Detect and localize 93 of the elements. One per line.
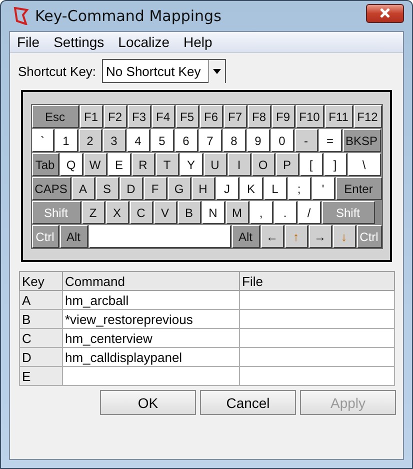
key[interactable]: F10 (296, 105, 324, 128)
table-cell: *view_restoreprevious (62, 310, 240, 328)
key[interactable]: \ (348, 153, 380, 176)
key[interactable]: ' (312, 177, 334, 200)
key[interactable]: J (216, 177, 238, 200)
key[interactable]: 2 (78, 129, 102, 152)
key[interactable]: Enter (336, 177, 382, 200)
key[interactable]: C (130, 201, 152, 224)
key[interactable]: 8 (222, 129, 246, 152)
key[interactable]: F6 (200, 105, 222, 128)
key[interactable]: ; (288, 177, 310, 200)
row-header: D (20, 348, 62, 366)
column-header: File (240, 272, 394, 290)
menu-item[interactable]: Help (184, 34, 212, 50)
menu-item[interactable]: Settings (54, 34, 104, 50)
key[interactable]: ← (260, 225, 284, 248)
key[interactable]: P (276, 153, 298, 176)
key[interactable]: Q (60, 153, 82, 176)
row-header: A (20, 290, 62, 310)
key[interactable]: U (204, 153, 226, 176)
key[interactable]: Esc (32, 105, 78, 128)
key[interactable]: S (96, 177, 118, 200)
row-header: E (20, 366, 62, 386)
key[interactable]: = (318, 129, 342, 152)
column-header: Command (62, 272, 240, 290)
key[interactable]: . (274, 201, 296, 224)
key[interactable]: G (168, 177, 190, 200)
close-button[interactable] (366, 4, 404, 22)
space-key[interactable] (88, 225, 230, 248)
key[interactable]: 5 (150, 129, 174, 152)
key[interactable]: 4 (126, 129, 150, 152)
key[interactable]: / (298, 201, 320, 224)
key[interactable]: [ (300, 153, 322, 176)
key[interactable]: W (84, 153, 106, 176)
key[interactable]: X (106, 201, 128, 224)
key[interactable]: , (250, 201, 272, 224)
key[interactable]: F12 (354, 105, 382, 128)
key[interactable]: Tab (32, 153, 58, 176)
key[interactable]: - (294, 129, 318, 152)
key[interactable]: B (178, 201, 200, 224)
key[interactable]: Z (82, 201, 104, 224)
key[interactable]: H (192, 177, 214, 200)
key[interactable]: 1 (54, 129, 78, 152)
key[interactable]: → (308, 225, 332, 248)
key[interactable]: F (144, 177, 166, 200)
key[interactable]: M (226, 201, 248, 224)
key[interactable]: F4 (152, 105, 174, 128)
key[interactable]: 6 (174, 129, 198, 152)
key[interactable]: F2 (104, 105, 126, 128)
key[interactable]: F1 (80, 105, 102, 128)
row-header: B (20, 310, 62, 328)
menu-item[interactable]: File (17, 34, 40, 50)
key[interactable]: I (228, 153, 250, 176)
key[interactable]: T (156, 153, 178, 176)
key[interactable]: D (120, 177, 142, 200)
key[interactable]: K (240, 177, 262, 200)
key[interactable]: Alt (232, 225, 260, 248)
close-icon (379, 8, 391, 18)
key[interactable]: F9 (272, 105, 294, 128)
key[interactable]: F7 (224, 105, 246, 128)
key[interactable]: V (154, 201, 176, 224)
key[interactable]: 9 (246, 129, 270, 152)
shortcut-label: Shortcut Key: (18, 64, 96, 78)
key[interactable]: ` (32, 129, 54, 152)
menu-item[interactable]: Localize (118, 34, 170, 50)
shortcut-dropdown[interactable]: No Shortcut Key (102, 59, 226, 83)
column-header: Key (20, 272, 62, 290)
table-cell: hm_centerview (62, 328, 240, 348)
key[interactable]: Alt (60, 225, 88, 248)
key[interactable]: A (72, 177, 94, 200)
app-icon (13, 7, 29, 25)
key[interactable]: F8 (248, 105, 270, 128)
key[interactable]: F5 (176, 105, 198, 128)
key[interactable]: ] (324, 153, 346, 176)
key[interactable]: O (252, 153, 274, 176)
dialog-button[interactable]: Cancel (200, 390, 296, 415)
key[interactable]: 7 (198, 129, 222, 152)
key[interactable]: F3 (128, 105, 150, 128)
dialog-button[interactable]: OK (100, 390, 196, 415)
key[interactable]: E (108, 153, 130, 176)
table-cell: hm_arcball (62, 290, 240, 310)
key[interactable]: L (264, 177, 286, 200)
key[interactable]: CAPS (32, 177, 70, 200)
key[interactable]: 0 (270, 129, 294, 152)
key[interactable]: 3 (102, 129, 126, 152)
key[interactable]: F11 (324, 105, 352, 128)
table-cell: hm_calldisplaypanel (62, 348, 240, 366)
row-header: C (20, 328, 62, 348)
key[interactable]: R (132, 153, 154, 176)
window-title: Key-Command Mappings (35, 7, 222, 25)
key[interactable]: N (202, 201, 224, 224)
key[interactable]: BKSP (342, 129, 380, 152)
key[interactable]: Y (180, 153, 202, 176)
